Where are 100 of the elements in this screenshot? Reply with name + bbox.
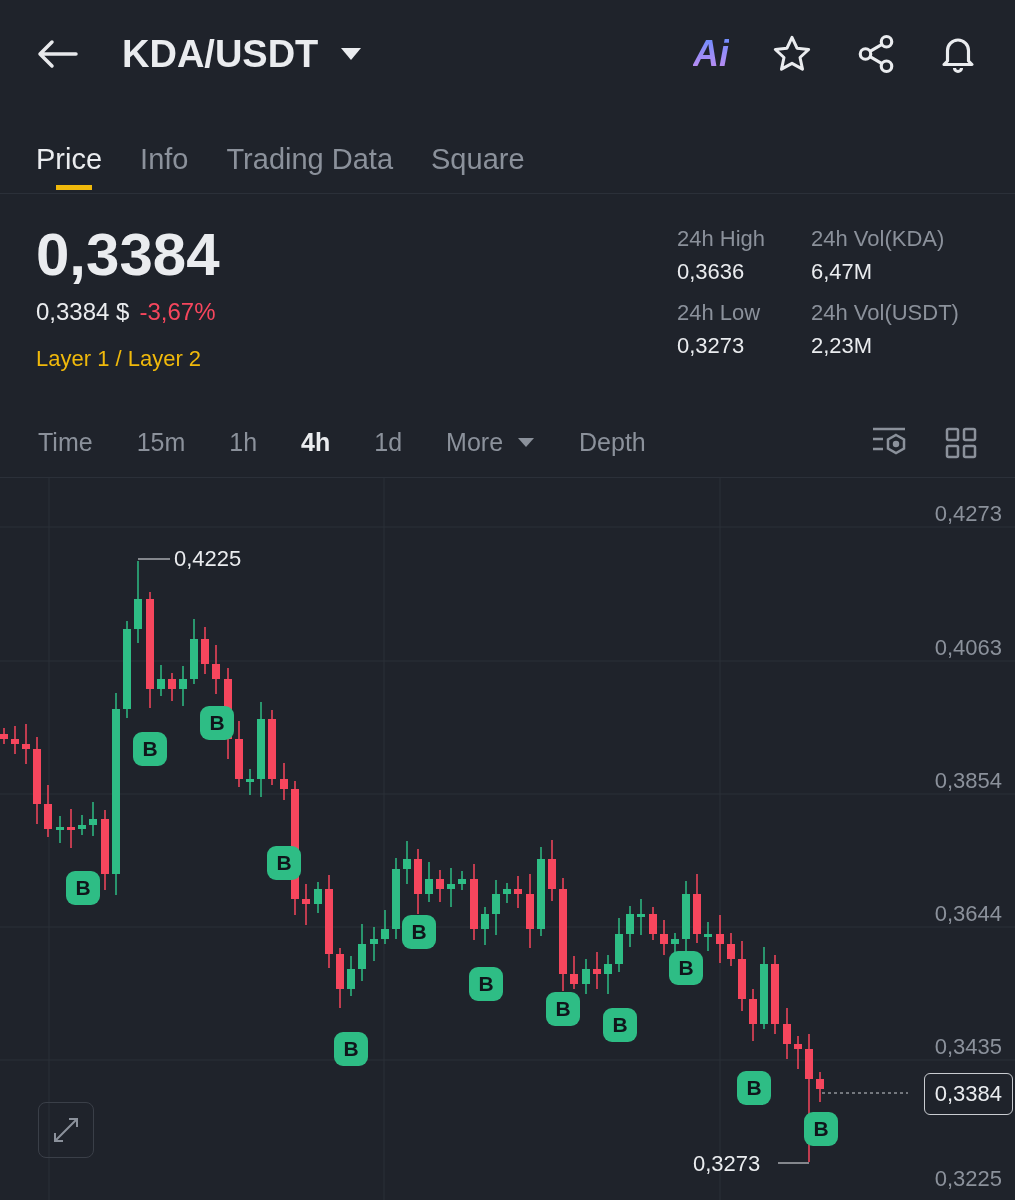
candle [201, 626, 209, 675]
candle [78, 814, 86, 836]
buy-marker: B [603, 1008, 637, 1042]
interval-tab[interactable]: 4h [301, 423, 331, 462]
buy-marker: B [804, 1112, 838, 1146]
candle [336, 947, 344, 1009]
stat-value: 6,47M [811, 258, 874, 286]
fullscreen-button[interactable] [38, 1102, 94, 1158]
candle [794, 1035, 802, 1070]
candle [604, 954, 612, 995]
candle [481, 906, 489, 946]
candle [727, 932, 735, 967]
buy-marker: B [133, 732, 167, 766]
tab[interactable]: Square [431, 132, 525, 188]
candle [302, 883, 310, 926]
candle [649, 906, 657, 941]
leader-line [777, 1162, 810, 1164]
buy-marker: B [66, 871, 100, 905]
low-price-label: 0,3273 [693, 1152, 761, 1176]
candle [436, 869, 444, 903]
candle [11, 725, 19, 755]
candle [280, 762, 288, 801]
candle [0, 727, 8, 745]
interval-tab[interactable]: 15m [136, 423, 186, 462]
caret-icon [517, 437, 536, 448]
candle [637, 898, 645, 936]
candle [212, 644, 220, 695]
high-price-label: 0,4225 [174, 547, 242, 571]
price-axis-label: 0,3225 [934, 1167, 1002, 1191]
star-icon[interactable] [771, 34, 813, 74]
candle [347, 955, 355, 997]
candle [44, 784, 52, 838]
candle [816, 1071, 824, 1103]
candle [783, 1007, 791, 1060]
buy-marker: B [669, 951, 703, 985]
tab[interactable]: Price [36, 132, 103, 188]
buy-marker: B [267, 846, 301, 880]
caret-icon[interactable] [340, 47, 363, 61]
buy-marker: B [546, 992, 580, 1026]
stat-value: 0,3273 [677, 332, 746, 360]
fiat-price: 0,3384 $ [36, 297, 130, 327]
price-axis-label: 0,3644 [934, 902, 1002, 926]
candle [615, 917, 623, 973]
tab[interactable]: Trading Data [226, 132, 394, 188]
buy-marker: B [469, 967, 503, 1001]
candle [190, 618, 198, 685]
grid-layout-icon[interactable] [945, 426, 977, 459]
candle [503, 882, 511, 904]
price-axis-label: 0,4273 [934, 502, 1002, 526]
expand-icon [51, 1115, 81, 1145]
candle [370, 926, 378, 962]
candle [626, 905, 634, 948]
candle [660, 919, 668, 956]
candle [314, 881, 322, 914]
candle [704, 921, 712, 952]
interval-tab[interactable]: 1d [374, 423, 403, 462]
candle [381, 909, 389, 945]
candle [738, 940, 746, 1012]
candle [235, 720, 243, 788]
stat-label: 24h Low [677, 299, 762, 327]
buy-marker: B [737, 1071, 771, 1105]
candle [458, 870, 466, 891]
back-arrow-icon[interactable] [36, 39, 78, 69]
candle [570, 955, 578, 990]
interval-tab[interactable]: 1h [229, 423, 258, 462]
candle [168, 672, 176, 702]
candle [358, 923, 366, 982]
candle [22, 723, 30, 765]
candle [447, 867, 455, 908]
stat-label: 24h Vol(USDT) [811, 299, 960, 327]
candle [582, 958, 590, 995]
price-axis-label: 0,4063 [934, 636, 1002, 660]
pair-title[interactable]: KDA/USDT [122, 25, 319, 83]
current-price-tag: 0,3384 [923, 1073, 1013, 1115]
candle [403, 840, 411, 885]
last-price: 0,3384 [36, 222, 221, 288]
candle [67, 808, 75, 849]
interval-tab[interactable]: More [446, 423, 536, 462]
stat-value: 2,23M [811, 332, 874, 360]
buy-marker: B [402, 915, 436, 949]
tab[interactable]: Info [140, 132, 189, 188]
buy-marker: B [200, 706, 234, 740]
candle [593, 951, 601, 990]
category-tag[interactable]: Layer 1 / Layer 2 [36, 342, 677, 375]
candle [716, 914, 724, 964]
candle [693, 873, 701, 944]
candle [89, 801, 97, 837]
price-axis-label: 0,3435 [934, 1035, 1002, 1059]
candle [246, 768, 254, 796]
candle [514, 875, 522, 909]
candle [179, 665, 187, 707]
buy-marker: B [334, 1032, 368, 1066]
leader-line [137, 558, 171, 560]
candle [548, 839, 556, 902]
stat-label: 24h Vol(KDA) [811, 225, 946, 253]
candle [56, 815, 64, 844]
candle [157, 664, 165, 697]
interval-tab[interactable]: Depth [579, 423, 646, 462]
interval-tab[interactable]: Time [38, 423, 93, 462]
stat-label: 24h High [677, 225, 767, 253]
